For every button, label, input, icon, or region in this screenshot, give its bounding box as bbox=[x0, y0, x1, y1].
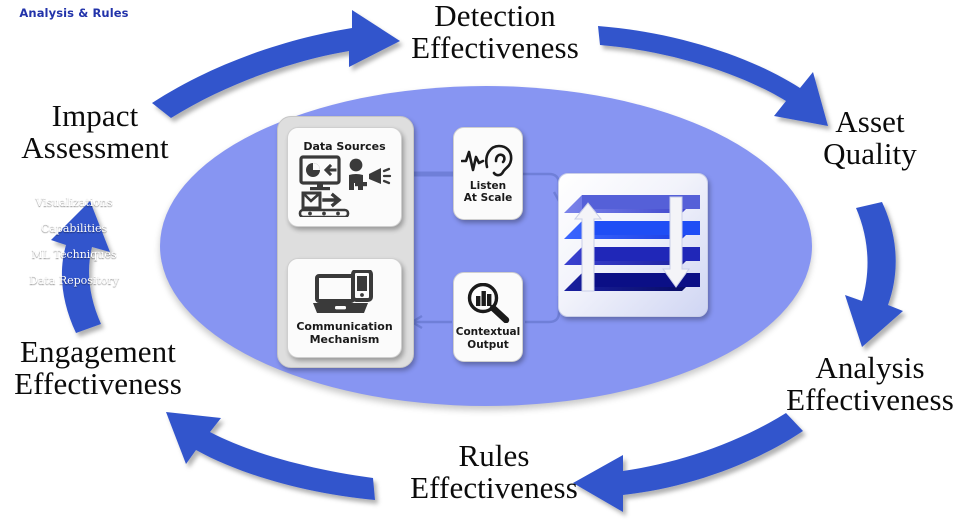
card-communication-mechanism-label: Communication Mechanism bbox=[296, 319, 393, 346]
card-communication-mechanism[interactable]: Communication Mechanism bbox=[287, 258, 402, 358]
inner-connectors-layer bbox=[327, 171, 566, 330]
ear-waveform-icon bbox=[461, 144, 513, 177]
analysis-and-rules-title: Analysis & Rules bbox=[19, 6, 129, 20]
card-data-sources[interactable]: Data Sources bbox=[287, 127, 402, 227]
diagram-canvas: Detection Effectiveness Asset Quality An… bbox=[0, 0, 972, 526]
magnifier-barchart-icon bbox=[467, 283, 510, 324]
laptop-phone-icon bbox=[312, 269, 373, 313]
card-listen-at-scale-label: Listen At Scale bbox=[463, 179, 513, 204]
monitor-chart-megaphone-conveyor-icon bbox=[298, 155, 391, 218]
card-listen-at-scale[interactable]: Listen At Scale bbox=[453, 127, 523, 220]
card-contextual-output-label: Contextual Output bbox=[455, 326, 521, 351]
analysis-rules-stack bbox=[564, 195, 700, 292]
card-data-sources-label: Data Sources bbox=[303, 139, 386, 153]
connector-panel-to-contextual bbox=[525, 296, 561, 324]
card-contextual-output[interactable]: Contextual Output bbox=[453, 272, 523, 362]
